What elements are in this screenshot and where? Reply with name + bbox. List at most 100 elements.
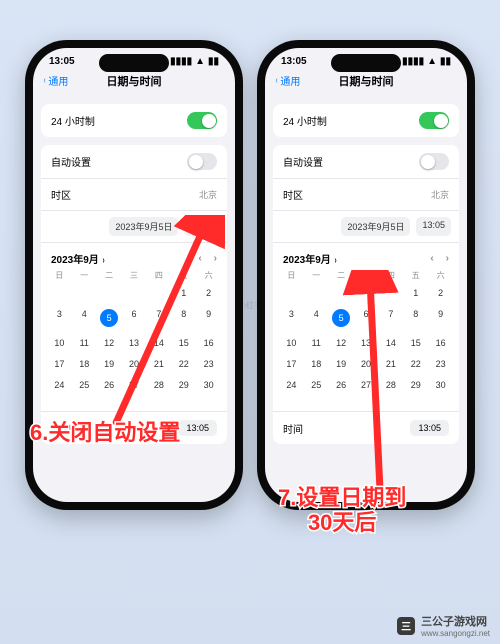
calendar-day[interactable]: 17 [47, 355, 72, 373]
calendar-day[interactable]: 20 [354, 355, 379, 373]
date-pill[interactable]: 2023年9月5日 [109, 217, 178, 236]
weekday-label: 二 [329, 270, 354, 281]
calendar-day[interactable]: 3 [279, 305, 304, 331]
toggle-autoset[interactable] [187, 153, 217, 170]
calendar-day-selected[interactable]: 5 [100, 309, 118, 327]
weekday-label: 日 [279, 270, 304, 281]
calendar-day[interactable]: 17 [279, 355, 304, 373]
calendar-day[interactable]: 22 [171, 355, 196, 373]
weekday-label: 二 [97, 270, 122, 281]
next-month[interactable]: › [214, 253, 217, 264]
time-pill[interactable]: 13:05 [184, 217, 219, 236]
month-nav: ‹ › [198, 253, 217, 264]
prev-month[interactable]: ‹ [430, 253, 433, 264]
calendar-day[interactable]: 1 [403, 284, 428, 302]
calendar-day[interactable]: 4 [72, 305, 97, 331]
calendar-day[interactable]: 8 [403, 305, 428, 331]
calendar-day [146, 284, 171, 302]
calendar-day[interactable]: 25 [304, 376, 329, 394]
calendar-day[interactable]: 23 [196, 355, 221, 373]
month-label[interactable]: 2023年9月 › [51, 251, 105, 266]
calendar-day[interactable]: 8 [171, 305, 196, 331]
calendar-day[interactable]: 15 [171, 334, 196, 352]
calendar-day[interactable]: 5 [97, 305, 122, 331]
calendar-day[interactable]: 13 [354, 334, 379, 352]
calendar-day[interactable]: 16 [428, 334, 453, 352]
row-timezone[interactable]: 时区 北京 [41, 179, 227, 211]
toggle-autoset[interactable] [419, 153, 449, 170]
time-pill[interactable]: 13:05 [416, 217, 451, 236]
weekday-label: 四 [378, 270, 403, 281]
calendar-day [47, 284, 72, 302]
calendar-day[interactable]: 22 [403, 355, 428, 373]
calendar-day[interactable]: 25 [72, 376, 97, 394]
calendar-day[interactable]: 14 [146, 334, 171, 352]
label-timezone: 时区 [51, 187, 71, 202]
calendar-day[interactable]: 6 [354, 305, 379, 331]
calendar-day[interactable]: 7 [146, 305, 171, 331]
calendar-day[interactable]: 7 [378, 305, 403, 331]
calendar-day-selected[interactable]: 5 [332, 309, 350, 327]
calendar-day[interactable]: 23 [428, 355, 453, 373]
calendar-day[interactable]: 11 [304, 334, 329, 352]
calendar-day[interactable]: 2 [428, 284, 453, 302]
calendar-day[interactable]: 21 [378, 355, 403, 373]
calendar-day[interactable]: 18 [72, 355, 97, 373]
toggle-24h[interactable] [419, 112, 449, 129]
calendar-day[interactable]: 4 [304, 305, 329, 331]
calendar-day[interactable]: 12 [329, 334, 354, 352]
calendar-day[interactable]: 9 [428, 305, 453, 331]
calendar-day[interactable]: 19 [329, 355, 354, 373]
calendar-day[interactable]: 15 [403, 334, 428, 352]
row-timezone[interactable]: 时区 北京 [273, 179, 459, 211]
time-chip[interactable]: 13:05 [410, 420, 449, 436]
calendar-day[interactable]: 14 [378, 334, 403, 352]
section-24h: 24 小时制 [273, 104, 459, 137]
calendar-day[interactable]: 30 [428, 376, 453, 394]
back-button[interactable]: ‹通用 [43, 73, 68, 88]
back-label: 通用 [280, 73, 300, 88]
calendar-day[interactable]: 26 [329, 376, 354, 394]
calendar-day[interactable]: 2 [196, 284, 221, 302]
calendar-day[interactable]: 10 [47, 334, 72, 352]
value-timezone: 北京 [431, 188, 449, 201]
time-chip[interactable]: 13:05 [178, 420, 217, 436]
calendar-day[interactable]: 29 [403, 376, 428, 394]
month-label[interactable]: 2023年9月 › [283, 251, 337, 266]
calendar-day[interactable]: 19 [97, 355, 122, 373]
calendar-day[interactable]: 18 [304, 355, 329, 373]
prev-month[interactable]: ‹ [198, 253, 201, 264]
calendar-day[interactable]: 5 [329, 305, 354, 331]
calendar-day[interactable]: 10 [279, 334, 304, 352]
weekday-label: 三 [354, 270, 379, 281]
caption-right-line2: 30天后 [278, 510, 406, 535]
calendar-day[interactable]: 21 [146, 355, 171, 373]
date-pill[interactable]: 2023年9月5日 [341, 217, 410, 236]
calendar-day[interactable]: 24 [279, 376, 304, 394]
calendar-day[interactable]: 28 [378, 376, 403, 394]
calendar-day[interactable]: 12 [97, 334, 122, 352]
calendar-day[interactable]: 1 [171, 284, 196, 302]
calendar-day[interactable]: 20 [122, 355, 147, 373]
calendar-day[interactable]: 6 [122, 305, 147, 331]
calendar-day[interactable]: 28 [146, 376, 171, 394]
page-title: 日期与时间 [339, 73, 394, 89]
chevron-right-icon: › [102, 255, 104, 266]
calendar-day [72, 284, 97, 302]
calendar-day[interactable]: 11 [72, 334, 97, 352]
calendar-day[interactable]: 27 [122, 376, 147, 394]
toggle-24h[interactable] [187, 112, 217, 129]
calendar-day[interactable]: 30 [196, 376, 221, 394]
calendar-day[interactable]: 16 [196, 334, 221, 352]
notch [99, 54, 169, 72]
next-month[interactable]: › [446, 253, 449, 264]
calendar-day[interactable]: 27 [354, 376, 379, 394]
calendar-day[interactable]: 24 [47, 376, 72, 394]
calendar-day[interactable]: 13 [122, 334, 147, 352]
battery-icon: ▮▮ [208, 56, 219, 67]
calendar-day[interactable]: 29 [171, 376, 196, 394]
calendar-day[interactable]: 3 [47, 305, 72, 331]
calendar-day[interactable]: 9 [196, 305, 221, 331]
back-button[interactable]: ‹通用 [275, 73, 300, 88]
calendar-day[interactable]: 26 [97, 376, 122, 394]
